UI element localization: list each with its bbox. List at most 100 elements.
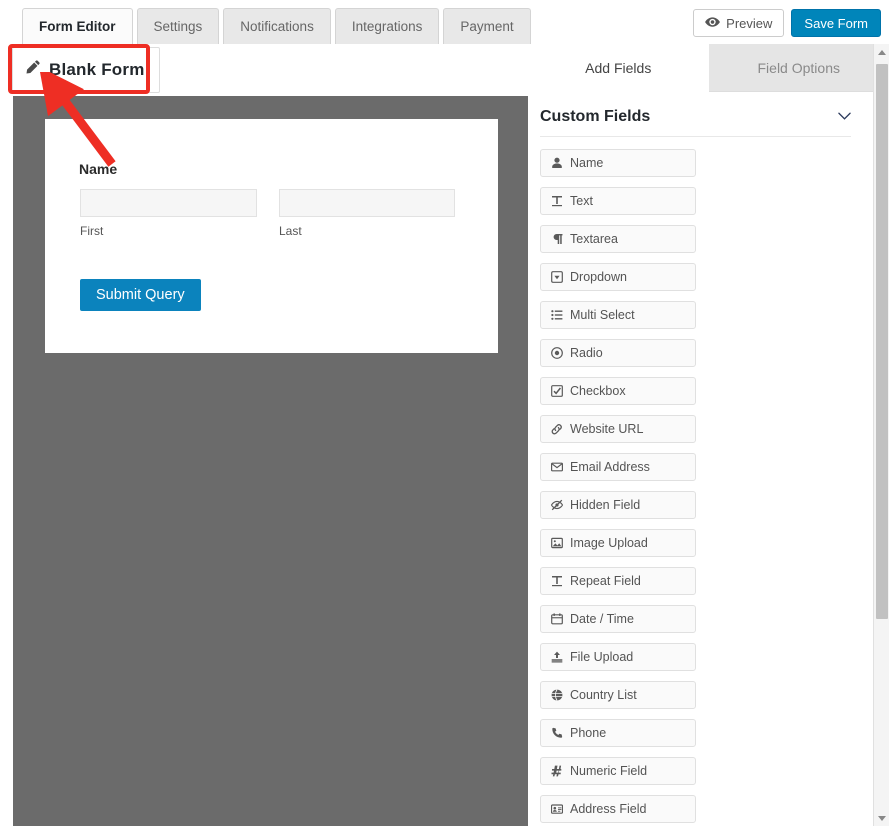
form-title-editor[interactable]: Blank Form	[12, 47, 160, 93]
phone-icon	[550, 727, 564, 739]
field-button-label: Phone	[570, 726, 607, 740]
scrollbar-thumb[interactable]	[876, 64, 888, 619]
field-button-label: Website URL	[570, 422, 644, 436]
preview-button[interactable]: Preview	[693, 9, 785, 37]
field-button-label: Multi Select	[570, 308, 635, 322]
field-button-label: Date / Time	[570, 612, 634, 626]
field-button-label: File Upload	[570, 650, 634, 664]
field-button-label: Name	[570, 156, 604, 170]
section-divider	[540, 136, 851, 137]
field-button-label: Email Address	[570, 460, 650, 474]
field-button-label: Radio	[570, 346, 603, 360]
main-tab-bar: Form Editor Settings Notifications Integrat…	[22, 8, 531, 44]
main-tab-label: Form Editor	[39, 18, 116, 34]
scroll-down-button[interactable]	[874, 810, 889, 826]
panel-tab-label: Field Options	[757, 59, 840, 76]
field-button-multi-select[interactable]: Multi Select	[540, 301, 696, 329]
field-button-label: Repeat Field	[570, 574, 641, 588]
main-tab-form-editor[interactable]: Form Editor	[22, 8, 133, 44]
field-button-label: Textarea	[570, 232, 618, 246]
first-name-sublabel: First	[80, 224, 104, 238]
field-button-dropdown[interactable]: Dropdown	[540, 263, 696, 291]
field-button-label: Country List	[570, 688, 637, 702]
fields-panel: Add Fields Field Options Custom Fields Nam…	[528, 44, 889, 826]
triangle-down-icon	[878, 815, 886, 821]
panel-body: Custom Fields Name Text Textarea Dropdown Mul…	[528, 92, 873, 826]
paragraph-icon	[550, 233, 564, 245]
submit-query-button-label: Submit Query	[96, 287, 185, 303]
field-button-textarea[interactable]: Textarea	[540, 225, 696, 253]
panel-tab-add-fields[interactable]: Add Fields	[528, 44, 709, 92]
preview-button-label: Preview	[726, 15, 773, 31]
field-button-repeat-field[interactable]: Repeat Field	[540, 567, 696, 595]
main-tab-settings[interactable]: Settings	[136, 8, 220, 44]
field-button-date-time[interactable]: Date / Time	[540, 605, 696, 633]
last-name-input[interactable]	[279, 189, 455, 217]
pencil-icon	[25, 60, 40, 80]
field-button-label: Image Upload	[570, 536, 648, 550]
section-header-custom-fields[interactable]: Custom Fields	[540, 92, 857, 136]
id-card-icon	[550, 803, 564, 815]
main-tab-integrations[interactable]: Integrations	[334, 8, 440, 44]
image-icon	[550, 537, 564, 549]
field-button-image-upload[interactable]: Image Upload	[540, 529, 696, 557]
main-tab-notifications[interactable]: Notifications	[223, 8, 331, 44]
hashtag-icon	[550, 765, 564, 777]
main-tab-label: Integrations	[351, 18, 423, 34]
globe-icon	[550, 689, 564, 701]
first-name-input[interactable]	[80, 189, 257, 217]
calendar-icon	[550, 613, 564, 625]
panel-tab-bar: Add Fields Field Options	[528, 44, 889, 92]
list-ul-icon	[550, 309, 564, 321]
field-button-email-address[interactable]: Email Address	[540, 453, 696, 481]
envelope-icon	[550, 461, 564, 473]
panel-tab-label: Add Fields	[585, 59, 652, 76]
panel-tab-field-options[interactable]: Field Options	[708, 44, 889, 92]
main-tab-label: Settings	[153, 18, 203, 34]
check-square-icon	[550, 385, 564, 397]
upload-icon	[550, 651, 564, 663]
submit-query-button[interactable]: Submit Query	[80, 279, 201, 311]
field-button-text[interactable]: Text	[540, 187, 696, 215]
field-button-label: Checkbox	[570, 384, 626, 398]
section-title: Custom Fields	[540, 108, 651, 125]
main-tab-payment[interactable]: Payment	[443, 8, 531, 44]
field-button-checkbox[interactable]: Checkbox	[540, 377, 696, 405]
dot-circle-icon	[550, 347, 564, 359]
top-bar-actions: Preview Save Form	[693, 9, 881, 37]
triangle-up-icon	[878, 49, 886, 55]
link-icon	[550, 423, 564, 435]
form-preview-card: Name First Last Submit Query	[45, 119, 498, 353]
field-button-file-upload[interactable]: File Upload	[540, 643, 696, 671]
field-button-name[interactable]: Name	[540, 149, 696, 177]
field-button-address-field[interactable]: Address Field	[540, 795, 696, 823]
panel-scrollbar[interactable]	[873, 44, 889, 826]
field-button-label: Dropdown	[570, 270, 627, 284]
field-button-numeric-field[interactable]: Numeric Field	[540, 757, 696, 785]
save-form-button[interactable]: Save Form	[791, 9, 881, 37]
field-button-radio[interactable]: Radio	[540, 339, 696, 367]
main-tab-label: Payment	[460, 18, 514, 34]
field-button-phone[interactable]: Phone	[540, 719, 696, 747]
field-button-label: Text	[570, 194, 593, 208]
field-button-website-url[interactable]: Website URL	[540, 415, 696, 443]
main-tab-label: Notifications	[240, 18, 314, 34]
scroll-up-button[interactable]	[874, 44, 889, 60]
form-canvas: Name First Last Submit Query	[13, 96, 528, 826]
caret-square-down-icon	[550, 271, 564, 283]
eye-slash-icon	[550, 499, 564, 511]
chevron-down-icon[interactable]	[838, 108, 851, 126]
field-button-hidden-field[interactable]: Hidden Field	[540, 491, 696, 519]
field-button-label: Numeric Field	[570, 764, 648, 778]
text-width-icon	[550, 575, 564, 587]
text-width-icon	[550, 195, 564, 207]
field-button-grid: Name Text Textarea Dropdown Multi Select Radi…	[534, 149, 857, 826]
field-button-country-list[interactable]: Country List	[540, 681, 696, 709]
top-bar: Form Editor Settings Notifications Integrat…	[0, 0, 889, 44]
form-title-text: Blank Form	[49, 60, 145, 79]
last-name-sublabel: Last	[279, 224, 302, 238]
form-builder-app: Form Editor Settings Notifications Integrat…	[0, 0, 889, 826]
field-button-label: Address Field	[570, 802, 647, 816]
save-form-button-label: Save Form	[804, 15, 868, 31]
name-field-label: Name	[79, 161, 118, 177]
